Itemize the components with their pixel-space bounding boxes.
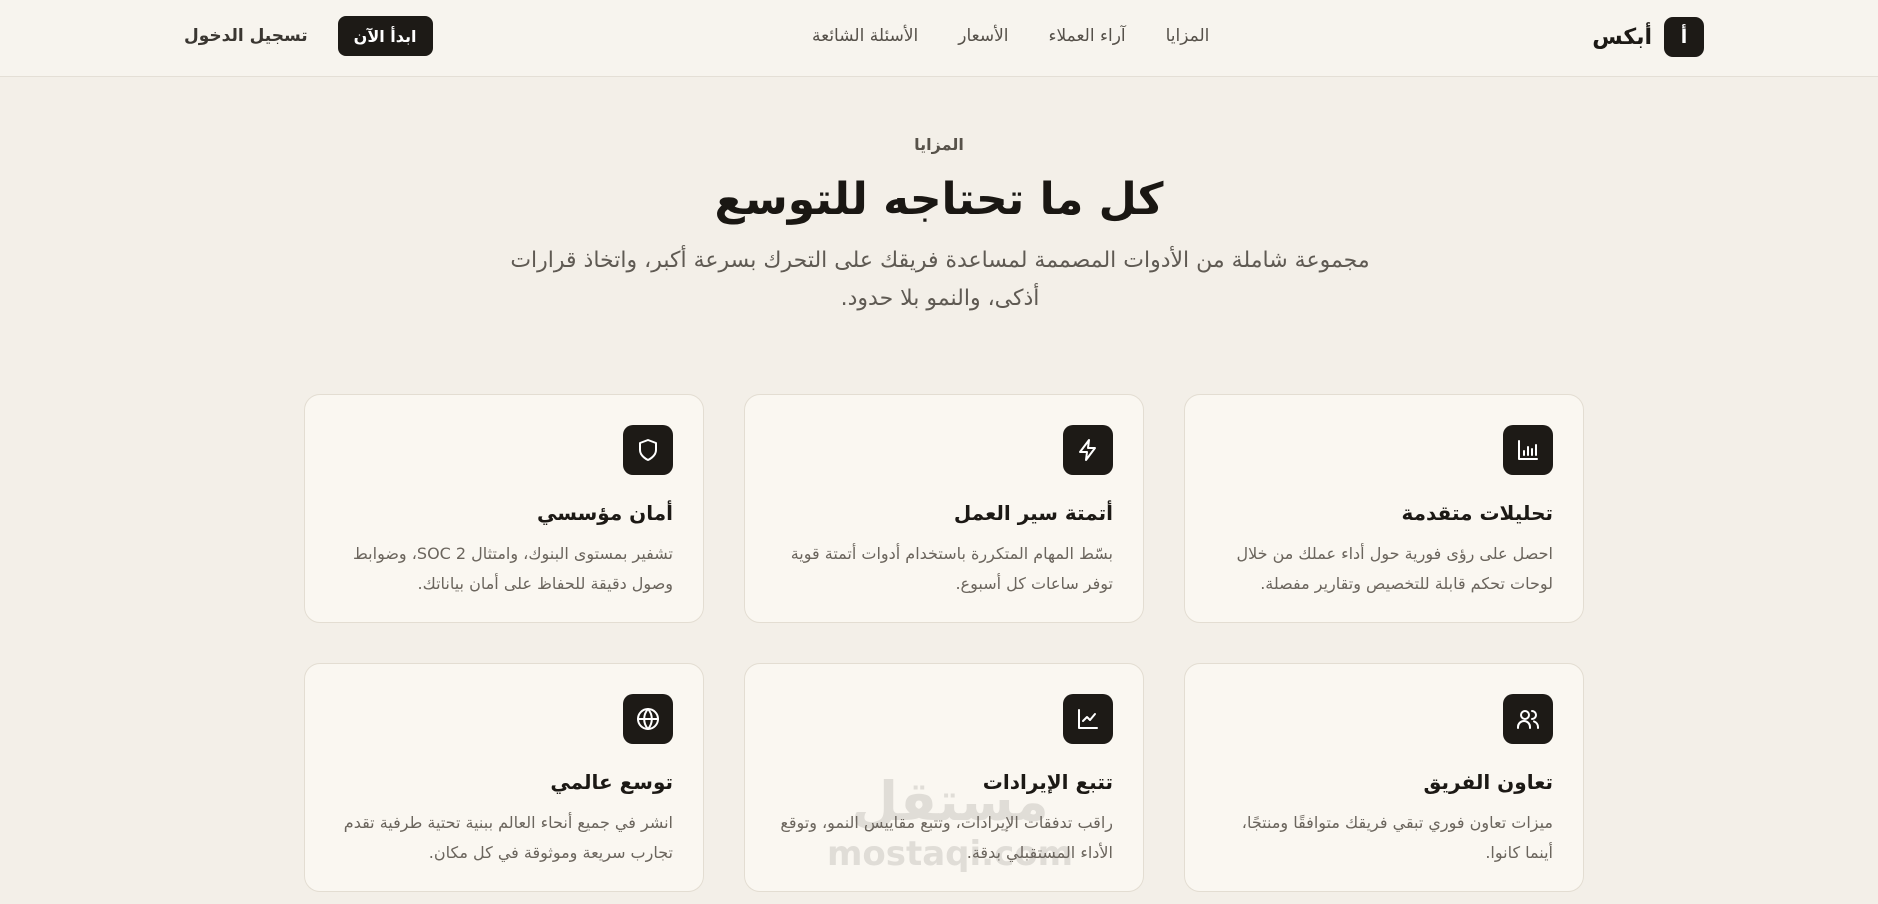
nav-link-faq[interactable]: الأسئلة الشائعة [812, 26, 918, 46]
feature-card-security: أمان مؤسسي تشفير بمستوى البنوك، وامتثال … [304, 394, 704, 623]
nav-link-features[interactable]: المزايا [1166, 26, 1210, 46]
section-eyebrow: المزايا [914, 135, 964, 154]
brand[interactable]: أ أبكس [1592, 17, 1704, 57]
feature-card-global: توسع عالمي انشر في جميع أنحاء العالم ببن… [304, 663, 704, 892]
section-title: كل ما تحتاجه للتوسع [714, 174, 1164, 225]
feature-card-automation: أتمتة سير العمل بسّط المهام المتكررة باس… [744, 394, 1144, 623]
feature-card-revenue: تتبع الإيرادات راقب تدفقات الإيرادات، وت… [744, 663, 1144, 892]
main-nav: المزايا آراء العملاء الأسعار الأسئلة الش… [812, 26, 1209, 46]
feature-title: أمان مؤسسي [537, 501, 673, 525]
top-navbar: أ أبكس المزايا آراء العملاء الأسعار الأس… [0, 0, 1878, 77]
feature-title: تعاون الفريق [1423, 770, 1553, 794]
feature-card-collaboration: تعاون الفريق ميزات تعاون فوري تبقي فريقك… [1184, 663, 1584, 892]
globe-icon [623, 694, 673, 744]
get-started-button[interactable]: ابدأ الآن [337, 16, 433, 56]
feature-description: انشر في جميع أنحاء العالم ببنية تحتية طر… [343, 813, 673, 862]
login-button[interactable]: تسجيل الدخول [184, 26, 308, 46]
feature-title: توسع عالمي [550, 770, 673, 794]
brand-logo: أ [1664, 17, 1704, 57]
feature-description: ميزات تعاون فوري تبقي فريقك متوافقًا ومن… [1241, 813, 1553, 862]
brand-name: أبكس [1592, 24, 1652, 50]
feature-description: احصل على رؤى فورية حول أداء عملك من خلال… [1236, 544, 1553, 593]
feature-description: بسّط المهام المتكررة باستخدام أدوات أتمت… [790, 544, 1113, 593]
nav-link-testimonials[interactable]: آراء العملاء [1049, 26, 1126, 46]
bar-chart-icon [1503, 425, 1553, 475]
section-subtitle: مجموعة شاملة من الأدوات المصممة لمساعدة … [510, 248, 1370, 311]
shield-icon [623, 425, 673, 475]
feature-card-analytics: تحليلات متقدمة احصل على رؤى فورية حول أد… [1184, 394, 1584, 623]
feature-title: أتمتة سير العمل [953, 501, 1113, 525]
nav-link-pricing[interactable]: الأسعار [958, 26, 1008, 46]
feature-description: تشفير بمستوى البنوك، وامتثال SOC 2، وضوا… [352, 544, 673, 593]
feature-description: راقب تدفقات الإيرادات، وتتبع مقاييس النم… [780, 813, 1113, 862]
header-actions: تسجيل الدخول ابدأ الآن [184, 16, 433, 56]
feature-title: تتبع الإيرادات [982, 770, 1113, 794]
lightning-icon [1063, 425, 1113, 475]
feature-title: تحليلات متقدمة [1401, 501, 1553, 525]
trend-line-icon [1063, 694, 1113, 744]
users-icon [1503, 694, 1553, 744]
